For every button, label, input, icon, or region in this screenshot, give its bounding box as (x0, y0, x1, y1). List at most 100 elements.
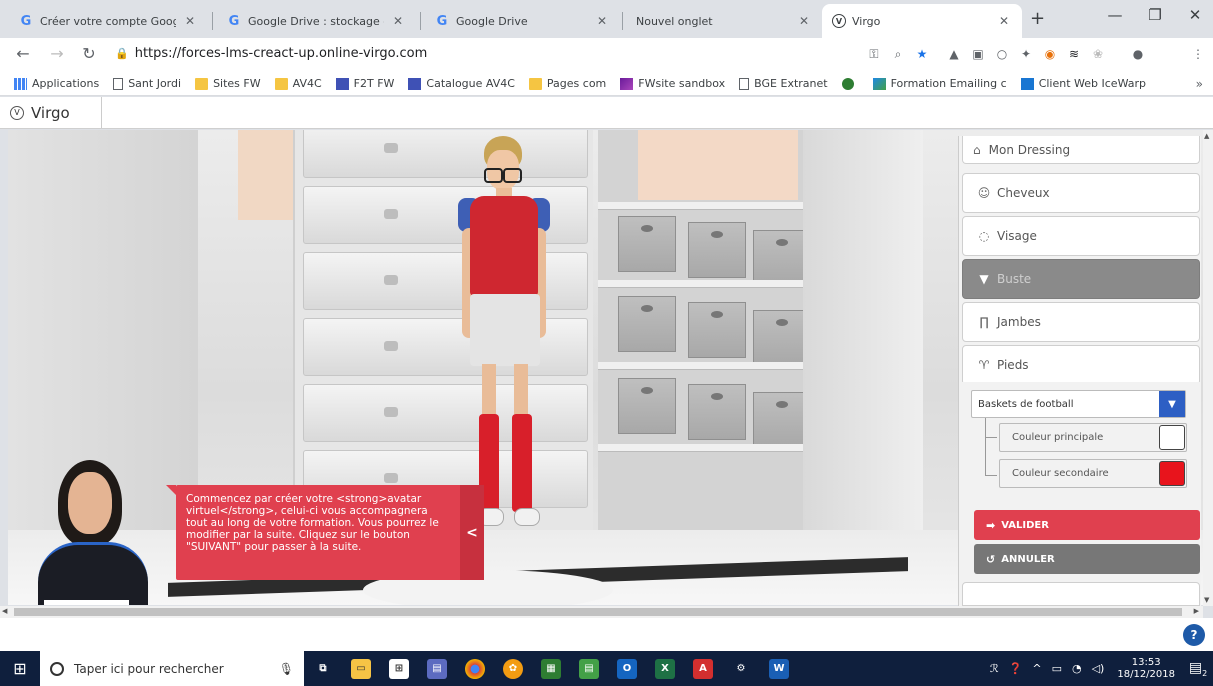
bookmark-sites-fw[interactable]: Sites FW (195, 77, 261, 90)
taskbar-clock[interactable]: 13:53 18/12/2018 (1117, 657, 1175, 681)
close-icon[interactable]: ✕ (182, 14, 198, 28)
new-tab-button[interactable]: + (1030, 8, 1045, 29)
bookmark-formation-emailing[interactable]: Formation Emailing c (872, 77, 1007, 90)
volume-icon[interactable]: ◁) (1092, 662, 1105, 675)
app-brand[interactable]: V Virgo (0, 97, 102, 128)
scroll-right-icon[interactable]: ▶ (1194, 607, 1199, 615)
bookmark-bge-extranet[interactable]: BGE Extranet (739, 77, 828, 90)
star-icon[interactable]: ★ (914, 46, 930, 62)
close-icon[interactable]: ✕ (594, 14, 610, 28)
key-icon[interactable]: ⚿ (866, 46, 882, 62)
app-calendar-icon[interactable]: ▤ (418, 651, 456, 686)
microphone-icon[interactable]: 🎙 (279, 662, 294, 676)
menu-kebab-icon[interactable]: ⋮ (1190, 46, 1206, 62)
tab-new-tab[interactable]: Nouvel onglet ✕ (626, 4, 822, 38)
task-view-icon[interactable]: ⧉ (304, 651, 342, 686)
scrollbar-thumb[interactable] (14, 608, 1182, 616)
category-jambes[interactable]: ∏ Jambes (962, 302, 1200, 342)
taskbar-search[interactable]: Taper ici pour rechercher 🎙 (40, 651, 304, 686)
category-pieds[interactable]: ♈ Pieds (962, 345, 1200, 385)
validate-button[interactable]: ➡ VALIDER (974, 510, 1200, 540)
secondary-color-swatch[interactable] (1159, 461, 1185, 486)
bookmark-sant-jordi[interactable]: Sant Jordi (113, 77, 181, 90)
extension-drive-icon[interactable]: ▲ (946, 46, 962, 62)
bookmark-av4c[interactable]: AV4C (274, 77, 322, 90)
search-placeholder: Taper ici pour rechercher (74, 661, 224, 676)
avatar-model[interactable] (448, 132, 568, 542)
extension-orange-icon[interactable]: ◉ (1042, 46, 1058, 62)
tab-google-drive[interactable]: G Google Drive ✕ (424, 4, 620, 38)
bookmark-pages-com[interactable]: Pages com (528, 77, 606, 90)
sandbox-icon (620, 77, 634, 90)
back-icon[interactable]: ← (12, 44, 34, 63)
chrome-icon[interactable] (456, 651, 494, 686)
bookmark-f2t-fw[interactable]: F2T FW (335, 77, 394, 90)
restore-icon[interactable]: ❐ (1140, 6, 1170, 24)
zoom-icon[interactable]: ⌕ (890, 46, 906, 62)
close-icon[interactable]: ✕ (796, 14, 812, 28)
help-tray-icon[interactable]: ❓ (1009, 662, 1023, 675)
primary-color-swatch[interactable] (1159, 425, 1185, 450)
bookmark-applications[interactable]: Applications (14, 77, 99, 90)
scene-cabinet (803, 130, 923, 590)
scroll-down-icon[interactable]: ▼ (1204, 596, 1209, 604)
scene-curtain (238, 130, 298, 220)
reload-icon[interactable]: ↻ (78, 44, 100, 63)
shoe-type-select[interactable]: Baskets de football ▼ (971, 390, 1186, 418)
app-orange-icon[interactable]: ✿ (494, 651, 532, 686)
extension-flower-icon[interactable]: ❀ (1090, 46, 1106, 62)
bookmark-label: Sant Jordi (128, 77, 182, 90)
minimize-icon[interactable]: — (1100, 6, 1130, 24)
people-icon[interactable]: ℛ (990, 662, 999, 675)
tab-google-account[interactable]: G Créer votre compte Google ✕ (8, 4, 208, 38)
bookmark-client-web-icewarp[interactable]: Client Web IceWarp (1020, 77, 1146, 90)
tab-virgo[interactable]: V Virgo ✕ (822, 4, 1022, 38)
chevron-up-icon[interactable]: ^ (1032, 662, 1041, 675)
close-icon[interactable]: ✕ (390, 14, 406, 28)
extension-bag-icon[interactable]: ▣ (970, 46, 986, 62)
battery-icon[interactable]: ▭ (1052, 662, 1062, 675)
notifications-icon[interactable]: ▤2 (1183, 660, 1213, 678)
bookmarks-more-button[interactable]: » (1196, 77, 1203, 91)
color-label: Couleur principale (1012, 432, 1104, 443)
tutor-body (38, 542, 148, 605)
browser-tab-strip: G Créer votre compte Google ✕ G Google D… (0, 0, 1213, 38)
extension-circle-icon[interactable]: ○ (994, 46, 1010, 62)
close-icon[interactable]: ✕ (996, 14, 1012, 28)
chevron-down-icon[interactable]: ▼ (1159, 391, 1185, 417)
settings-gear-icon[interactable]: ⚙ (722, 651, 760, 686)
address-bar[interactable]: 🔒 https://forces-lms-creact-up.online-vi… (115, 46, 427, 61)
cancel-button[interactable]: ↺ ANNULER (974, 544, 1200, 574)
app-green-icon[interactable]: ▦ (532, 651, 570, 686)
feet-icon: ♈ (978, 358, 990, 372)
bookmark-fwsite-sandbox[interactable]: FWsite sandbox (620, 77, 725, 90)
bookmark-label: Client Web IceWarp (1038, 77, 1146, 90)
profile-avatar-icon[interactable]: ● (1130, 46, 1146, 62)
extension-layers-icon[interactable]: ≋ (1066, 46, 1082, 62)
category-visage[interactable]: ◌ Visage (962, 216, 1200, 256)
bookmark-circle[interactable] (841, 77, 859, 90)
bookmark-catalogue-av4c[interactable]: Catalogue AV4C (408, 77, 515, 90)
vertical-scrollbar[interactable]: ▲ ▼ (1203, 130, 1213, 606)
excel-icon[interactable]: X (646, 651, 684, 686)
scroll-left-icon[interactable]: ◀ (2, 607, 7, 615)
forward-icon[interactable]: → (46, 44, 68, 63)
collapse-bubble-button[interactable]: < (460, 485, 484, 580)
extension-puzzle-icon[interactable]: ✦ (1018, 46, 1034, 62)
app-document-icon[interactable]: ▤ (570, 651, 608, 686)
store-icon[interactable]: ⊞ (380, 651, 418, 686)
category-buste[interactable]: ▼ Buste (962, 259, 1200, 299)
horizontal-scrollbar[interactable]: ◀ ▶ (0, 606, 1203, 618)
word-icon[interactable]: W (760, 651, 798, 686)
app-header: V Virgo (0, 97, 1213, 129)
wifi-icon[interactable]: ◔ (1072, 662, 1082, 675)
tab-google-drive-storage[interactable]: G Google Drive : stockage de fich ✕ (216, 4, 416, 38)
file-explorer-icon[interactable]: ▭ (342, 651, 380, 686)
acrobat-icon[interactable]: A (684, 651, 722, 686)
window-close-icon[interactable]: ✕ (1180, 6, 1210, 24)
category-cheveux[interactable]: ☺ Cheveux (962, 173, 1200, 213)
outlook-icon[interactable]: O (608, 651, 646, 686)
scroll-up-icon[interactable]: ▲ (1204, 132, 1209, 140)
windows-start-icon[interactable]: ⊞ (0, 651, 40, 686)
help-icon[interactable]: ? (1183, 624, 1205, 646)
